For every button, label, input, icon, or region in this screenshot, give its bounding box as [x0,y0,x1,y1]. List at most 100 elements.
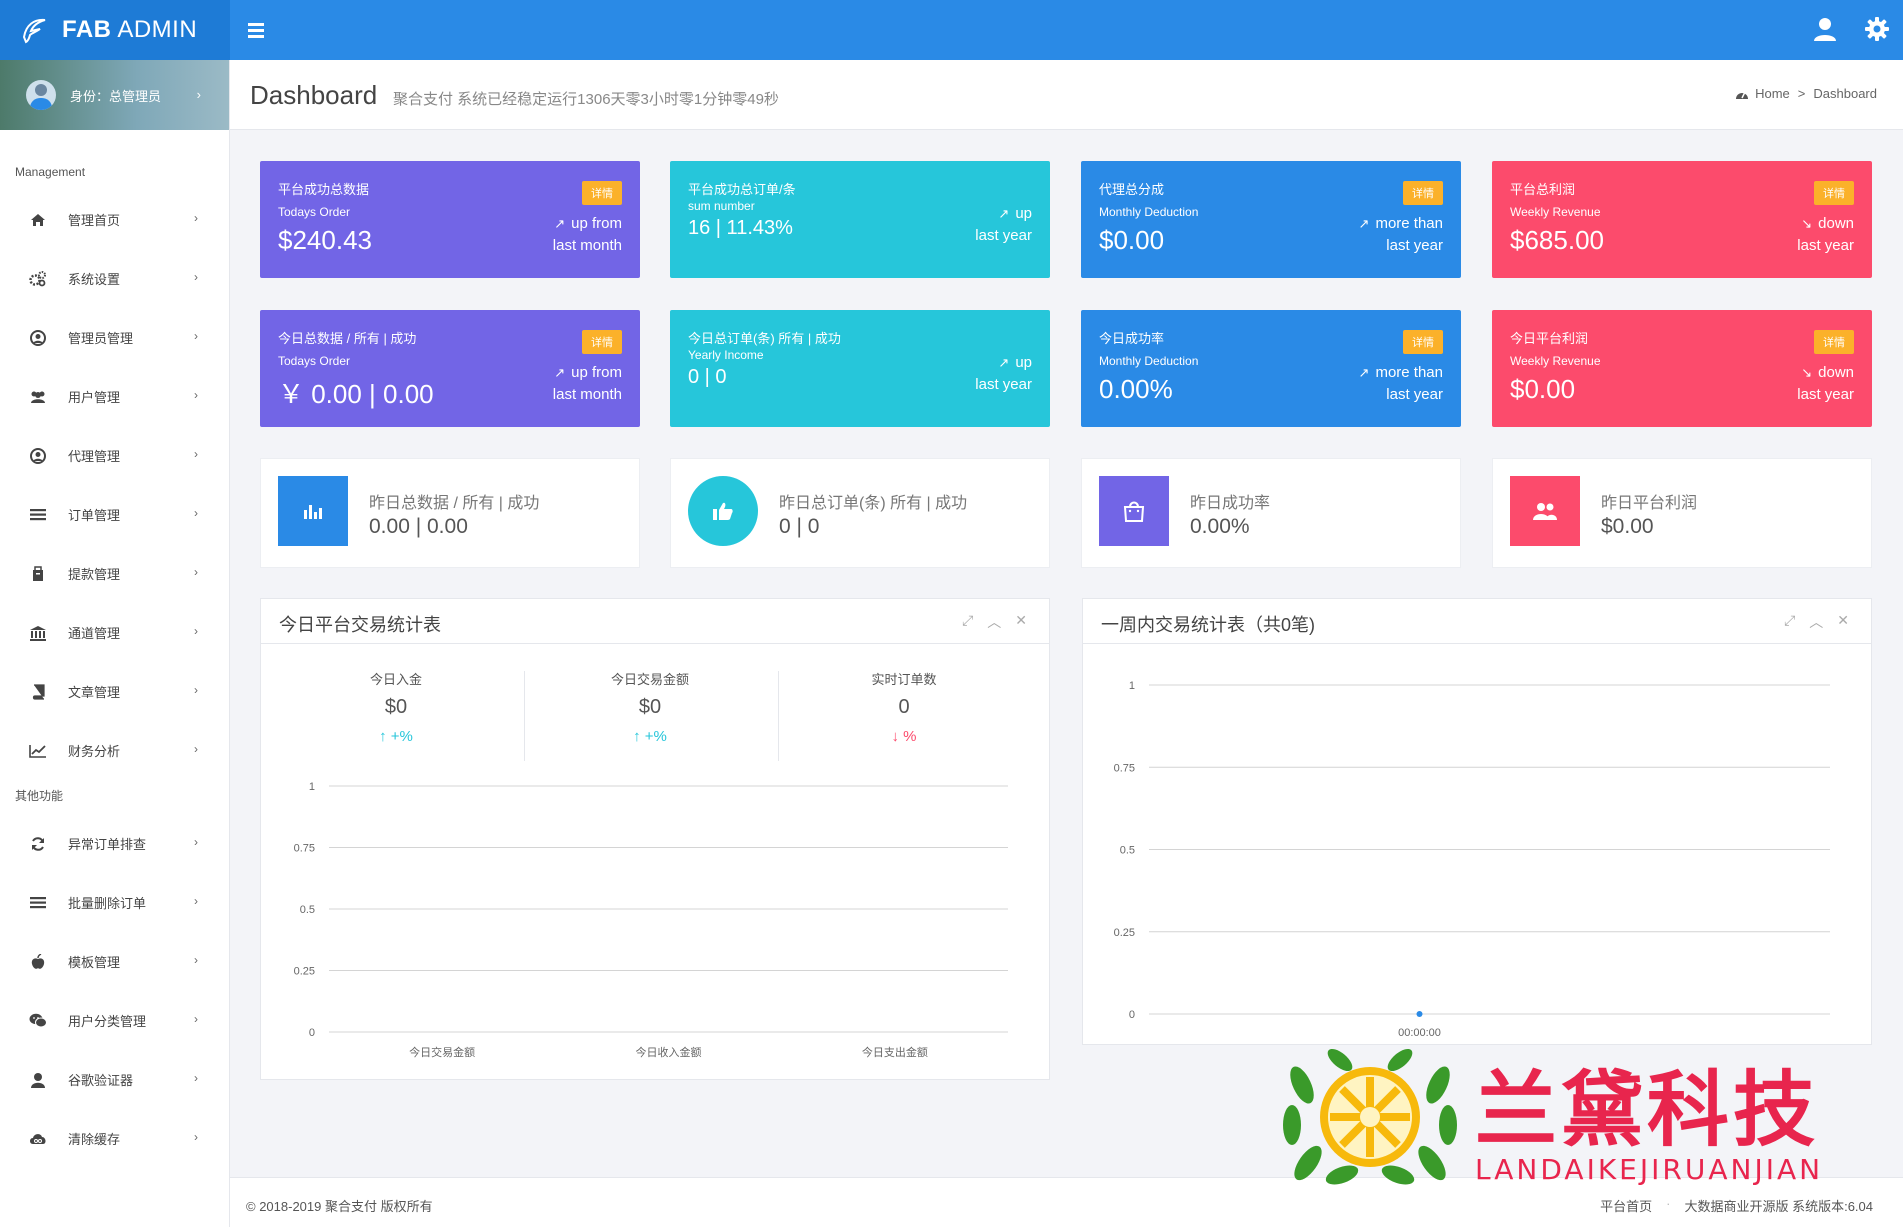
sidebar-item[interactable]: 模板管理 › [0,932,229,991]
footer-right: 平台首页 · 大数据商业开源版 系统版本:6.04 [1600,1196,1873,1215]
expand-icon[interactable]: ⤢ [962,612,973,632]
thumbs-up-icon [688,476,758,546]
trend-label: down [1818,215,1854,232]
sidebar-item-label: 批量删除订单 [68,896,147,911]
details-badge[interactable]: 详情 [582,181,622,205]
panel-tools: ⤢ ︿ ✕ [962,612,1027,632]
summary-value: $0 [638,696,662,718]
stat-card: 今日平台利润 Weekly Revenue $0.00 详情 ↘ down last yea… [1492,310,1872,427]
details-badge[interactable]: 详情 [1403,330,1443,354]
panel-tools: ⤢ ︿ ✕ [1784,612,1849,632]
y-tick-label: 0.25 [1114,927,1135,939]
profile-panel[interactable]: 身份：总管理员 › [0,60,229,130]
dashboard-icon [1736,91,1749,99]
close-icon[interactable]: ✕ [1015,612,1027,632]
details-badge[interactable]: 详情 [582,330,622,354]
sidebar-item[interactable]: 系统设置 › [0,249,229,308]
info-card-title: 昨日总数据 / 所有 | 成功 [369,495,540,512]
info-card-value: 0 | 0 [779,515,820,538]
sidebar-item[interactable]: 提款管理 › [0,544,229,603]
user-circle-icon [28,328,48,348]
page-title: Dashboard [250,80,378,110]
trend-indicator: ↗ up last year [975,352,1032,396]
panel-header: 今日平台交易统计表 ⤢ ︿ ✕ [261,599,1049,644]
sidebar-item[interactable]: 通道管理 › [0,603,229,662]
sidebar-item[interactable]: 用户分类管理 › [0,991,229,1050]
trend-arrow-icon: ↘ [1801,365,1813,380]
stat-card: 今日成功率 Monthly Deduction 0.00% 详情 ↗ more than l… [1081,310,1461,427]
stat-card-value: 0 | 0 [688,366,727,388]
sidebar-item[interactable]: 财务分析 › [0,721,229,780]
trend-period: last year [1797,237,1854,254]
user-icon[interactable] [1812,16,1838,42]
stat-card-value: $685.00 [1510,225,1604,255]
y-tick-label: 0.5 [300,904,315,916]
menu-toggle-icon[interactable] [248,20,264,40]
summary-label: 今日入金 [369,672,422,687]
breadcrumb-home[interactable]: Home [1755,86,1790,101]
panel-header: 一周内交易统计表（共0笔) ⤢ ︿ ✕ [1083,599,1871,644]
section-title-other: 其他功能 [15,789,64,803]
brand[interactable]: FAB ADMIN [0,0,230,60]
watermark: 兰黛科技 LANDAIKEJIRUANJIAN [1280,1035,1880,1190]
x-tick-label: 今日交易金额 [409,1045,475,1059]
refresh-icon [28,834,48,854]
stat-card-title: 平台总利润 [1510,182,1576,197]
sidebar-item-label: 用户管理 [68,390,121,405]
sidebar-item[interactable]: 谷歌验证器 › [0,1050,229,1109]
stat-card-subtitle: Monthly Deduction [1099,354,1199,368]
trend-arrow-icon: ↗ [554,365,566,380]
sidebar-item[interactable]: 文章管理 › [0,662,229,721]
trend-period: last year [1386,237,1443,254]
details-badge[interactable]: 详情 [1814,330,1854,354]
week-line-chart: 00.250.50.75100:00:00 [1114,680,1830,1039]
trend-arrow-icon: ↗ [1358,216,1370,231]
page-subtitle: 聚合支付 系统已经稳定运行1306天零3小时零1分钟零49秒 [393,91,779,108]
breadcrumb-current: Dashboard [1813,86,1877,101]
info-card-value: 0.00% [1190,515,1250,538]
y-tick-label: 0 [309,1027,315,1039]
stat-card-subtitle: Monthly Deduction [1099,205,1199,219]
sidebar-item[interactable]: 清除缓存 › [0,1109,229,1168]
trend-indicator: ↘ down last year [1797,213,1854,257]
summary-change-value: +% [390,728,413,745]
week-stats-panel: 一周内交易统计表（共0笔) ⤢ ︿ ✕ 0 0.25 0.5 0.75 1 00:00:0… [1082,598,1872,1045]
sidebar: 身份：总管理员 › Management 管理首页 › 系统设置 › 管理员管理 › 用户管… [0,60,230,1227]
trend-label: down [1818,364,1854,381]
expand-icon[interactable]: ⤢ [1784,612,1795,632]
sidebar-item[interactable]: 管理员管理 › [0,308,229,367]
top-bar: FAB ADMIN [0,0,1903,60]
summary-label: 实时订单数 [871,672,937,687]
sidebar-item[interactable]: 异常订单排查 › [0,814,229,873]
stat-card-value: 0.00% [1099,374,1173,404]
user-circle-icon [28,446,48,466]
sidebar-item[interactable]: 代理管理 › [0,426,229,485]
stat-card-value: $0.00 [1510,374,1576,404]
summary-value: 0 [898,696,910,718]
details-badge[interactable]: 详情 [1814,181,1854,205]
collapse-icon[interactable]: ︿ [1809,612,1823,632]
sidebar-item[interactable]: 管理首页 › [0,190,229,249]
collapse-icon[interactable]: ︿ [987,612,1001,632]
stat-card: 今日总订单(条) 所有 | 成功 Yearly Income 0 | 0 ↗ up las… [670,310,1050,427]
close-icon[interactable]: ✕ [1837,612,1849,632]
info-card-value: 0.00 | 0.00 [369,515,468,538]
stat-card: 平台总利润 Weekly Revenue $685.00 详情 ↘ down last ye… [1492,161,1872,278]
summary-divider [778,671,779,761]
chevron-right-icon: › [194,624,198,638]
breadcrumb: Home > Dashboard [1735,86,1877,101]
users-icon [1510,476,1580,546]
footer-copyright: © 2018-2019 聚合支付 版权所有 [246,1199,433,1214]
sidebar-item[interactable]: 用户管理 › [0,367,229,426]
trend-label: more than [1375,364,1443,381]
sidebar-item[interactable]: 批量删除订单 › [0,873,229,932]
summary-change-value: % [903,728,917,745]
arrow-up-icon: ↑ [379,728,387,745]
summary-change-value: +% [644,728,667,745]
summary-stat: 实时订单数 0 ↓ % [777,669,1031,745]
footer-home-link[interactable]: 平台首页 [1600,1196,1652,1215]
details-badge[interactable]: 详情 [1403,181,1443,205]
gear-icon[interactable] [1864,16,1890,42]
sidebar-item[interactable]: 订单管理 › [0,485,229,544]
chevron-right-icon: › [194,683,198,697]
